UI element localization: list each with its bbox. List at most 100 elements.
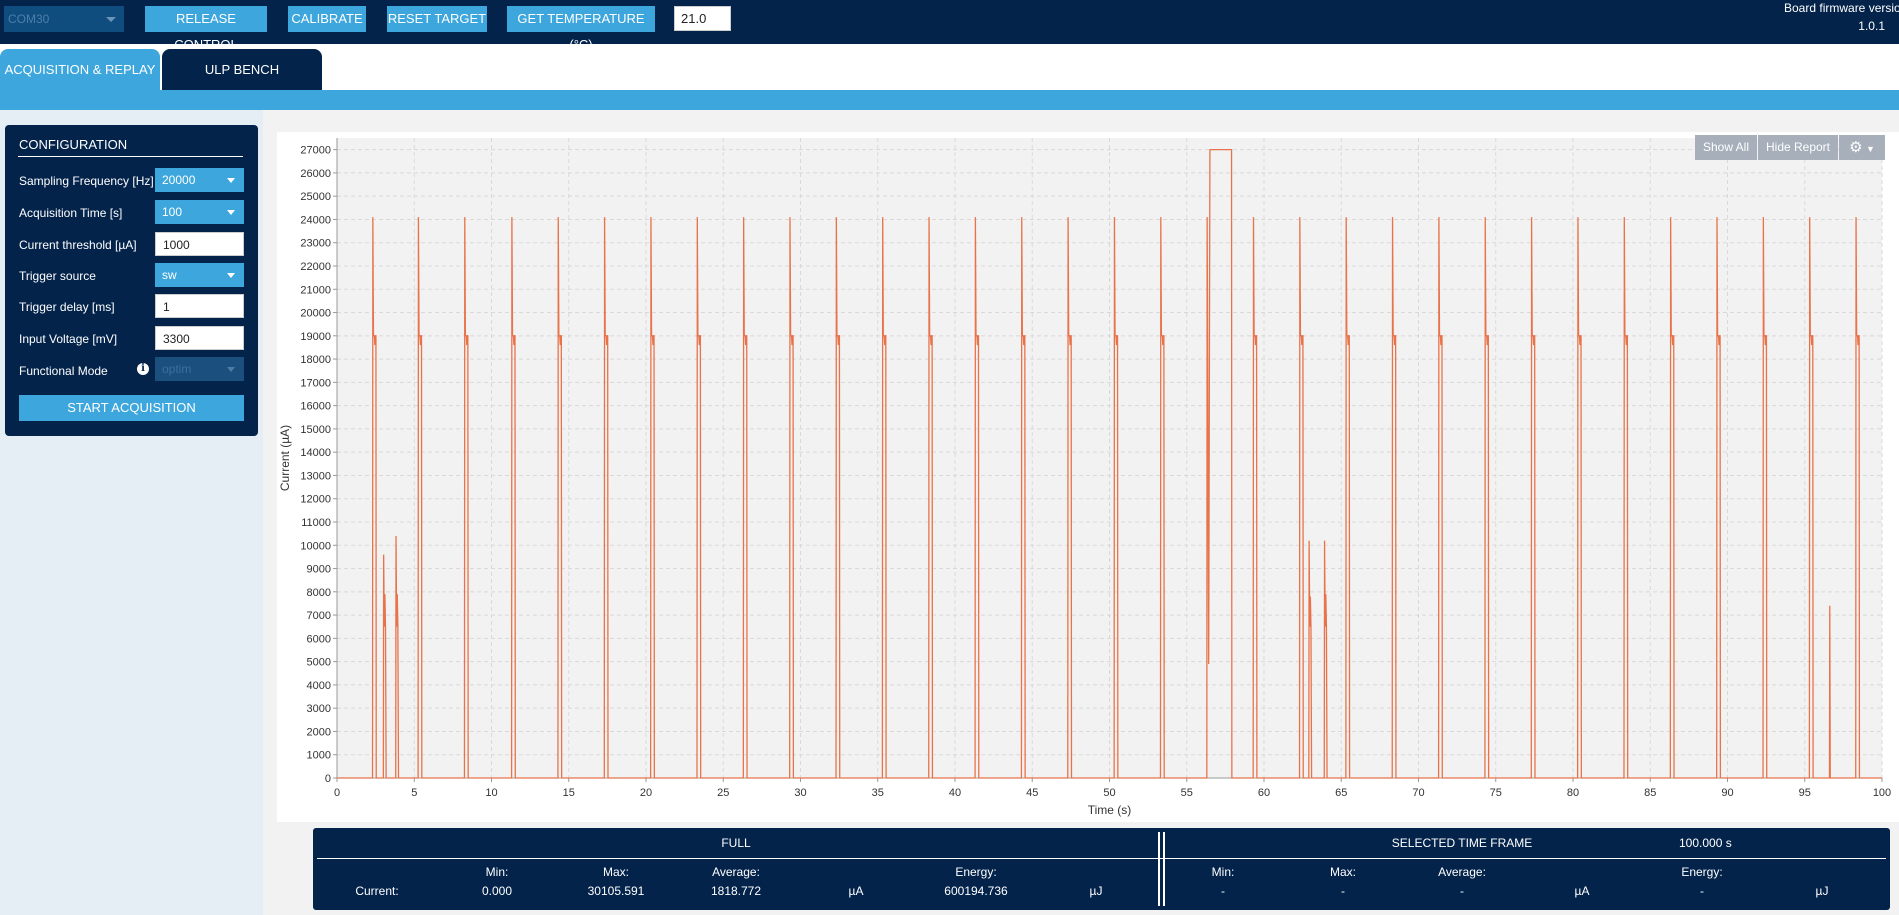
- x-tick-label: 65: [1335, 787, 1347, 799]
- y-tick-label: 16000: [300, 401, 331, 413]
- report-splitter-right[interactable]: [1163, 832, 1165, 906]
- chevron-down-icon: [227, 367, 235, 372]
- y-tick-label: 12000: [300, 494, 331, 506]
- y-tick-label: 19000: [300, 331, 331, 343]
- plot-area[interactable]: [337, 138, 1882, 778]
- firmware-version-label: Board firmware version: [1784, 1, 1899, 15]
- sampling-frequency-dropdown[interactable]: 20000: [155, 168, 244, 192]
- selected-min-value: -: [1221, 884, 1225, 898]
- x-tick-label: 0: [334, 787, 340, 799]
- y-tick-label: 17000: [300, 377, 331, 389]
- full-energy-header: Energy:: [955, 865, 997, 879]
- y-tick-label: 13000: [300, 470, 331, 482]
- gear-icon: ⚙: [1849, 139, 1863, 156]
- current-chart[interactable]: 0 1000 2000 3000 4000 5000 6000 7000 8000 9000 100…: [277, 132, 1899, 822]
- y-tick-label: 27000: [300, 145, 331, 157]
- full-max-value: 30105.591: [587, 884, 645, 898]
- selected-timeframe-duration: 100.000 s: [1679, 836, 1732, 850]
- full-min-header: Min:: [485, 865, 509, 879]
- chart-svg[interactable]: 0100020003000400050006000700080009000100…: [277, 132, 1899, 822]
- y-tick-label: 22000: [300, 261, 331, 273]
- y-tick-label: 5000: [307, 657, 331, 669]
- x-tick-label: 15: [563, 787, 575, 799]
- tab-ulp-bench[interactable]: ULP BENCH: [162, 49, 322, 90]
- functional-mode-dropdown: optim: [155, 357, 244, 381]
- x-tick-label: 10: [485, 787, 497, 799]
- calibrate-button[interactable]: CALIBRATE: [288, 6, 366, 32]
- x-tick-label: 55: [1181, 787, 1193, 799]
- top-toolbar: COM30 RELEASE CONTROL CALIBRATE RESET TA…: [0, 0, 1899, 52]
- chevron-down-icon: [227, 210, 235, 215]
- trigger-source-label: Trigger source: [19, 269, 96, 283]
- x-tick-label: 45: [1026, 787, 1038, 799]
- sampling-frequency-value: 20000: [162, 173, 196, 187]
- report-divider: [317, 858, 1886, 859]
- com-port-value: COM30: [8, 12, 50, 26]
- start-acquisition-button[interactable]: START ACQUISITION: [19, 395, 244, 421]
- functional-mode-label: Functional Mode: [19, 364, 108, 378]
- y-tick-label: 6000: [307, 633, 331, 645]
- x-tick-label: 40: [949, 787, 961, 799]
- selected-max-value: -: [1341, 884, 1345, 898]
- release-control-button[interactable]: RELEASE CONTROL: [145, 6, 267, 52]
- x-tick-label: 30: [794, 787, 806, 799]
- trigger-source-dropdown[interactable]: sw: [155, 263, 244, 287]
- x-tick-label: 20: [640, 787, 652, 799]
- x-tick-label: 80: [1567, 787, 1579, 799]
- selected-energy-unit: µJ: [1815, 884, 1829, 898]
- configuration-divider: [18, 156, 243, 157]
- input-voltage-field[interactable]: 3300: [155, 326, 244, 350]
- y-tick-label: 0: [325, 773, 331, 785]
- full-title: FULL: [721, 836, 751, 850]
- tab-underline-strip: [0, 90, 1899, 110]
- current-threshold-label: Current threshold [µA]: [19, 238, 137, 252]
- full-max-header: Max:: [602, 865, 630, 879]
- selected-min-header: Min:: [1211, 865, 1235, 879]
- selected-average-value: -: [1460, 884, 1464, 898]
- x-tick-label: 60: [1258, 787, 1270, 799]
- selected-energy-header: Energy:: [1681, 865, 1723, 879]
- reset-target-button[interactable]: RESET TARGET: [387, 6, 487, 32]
- temperature-field[interactable]: 21.0: [674, 6, 731, 31]
- y-tick-label: 26000: [300, 168, 331, 180]
- y-tick-label: 14000: [300, 447, 331, 459]
- y-tick-label: 8000: [307, 587, 331, 599]
- full-energy-value: 600194.736: [944, 884, 1008, 898]
- y-axis-title: Current (µA): [278, 425, 292, 491]
- configuration-title: CONFIGURATION: [19, 137, 128, 152]
- x-tick-label: 75: [1490, 787, 1502, 799]
- full-min-value: 0.000: [481, 884, 513, 898]
- chart-settings-button[interactable]: ⚙ ▼: [1839, 135, 1885, 160]
- info-icon[interactable]: i: [137, 363, 149, 375]
- tab-acquisition-replay[interactable]: ACQUISITION & REPLAY: [0, 49, 160, 90]
- x-tick-label: 5: [411, 787, 417, 799]
- firmware-version-value: 1.0.1: [1858, 19, 1885, 33]
- x-tick-label: 35: [872, 787, 884, 799]
- current-threshold-field[interactable]: 1000: [155, 232, 244, 256]
- y-tick-label: 20000: [300, 308, 331, 320]
- selected-average-header: Average:: [1438, 865, 1486, 879]
- com-port-select[interactable]: COM30: [4, 6, 124, 32]
- show-all-button[interactable]: Show All: [1695, 135, 1757, 160]
- y-tick-label: 11000: [301, 517, 331, 529]
- y-tick-label: 2000: [307, 726, 331, 738]
- full-average-value: 1818.772: [710, 884, 762, 898]
- y-tick-label: 7000: [307, 610, 331, 622]
- x-tick-label: 90: [1721, 787, 1733, 799]
- x-tick-label: 25: [717, 787, 729, 799]
- get-temperature-button[interactable]: GET TEMPERATURE (°C): [507, 6, 655, 52]
- report-splitter-left[interactable]: [1158, 832, 1160, 906]
- trigger-delay-field[interactable]: 1: [155, 294, 244, 318]
- selected-max-header: Max:: [1329, 865, 1357, 879]
- chevron-down-icon: [227, 273, 235, 278]
- input-voltage-label: Input Voltage [mV]: [19, 332, 118, 346]
- chevron-down-icon: [106, 17, 116, 22]
- x-tick-label: 95: [1799, 787, 1811, 799]
- sampling-frequency-label: Sampling Frequency [Hz]: [19, 174, 154, 188]
- x-axis-title: Time (s): [1088, 803, 1132, 817]
- acquisition-time-dropdown[interactable]: 100: [155, 200, 244, 224]
- y-tick-label: 15000: [300, 424, 331, 436]
- hide-report-button[interactable]: Hide Report: [1758, 135, 1838, 160]
- chevron-down-icon: ▼: [1865, 144, 1875, 154]
- selected-timeframe-title: SELECTED TIME FRAME: [1391, 836, 1533, 850]
